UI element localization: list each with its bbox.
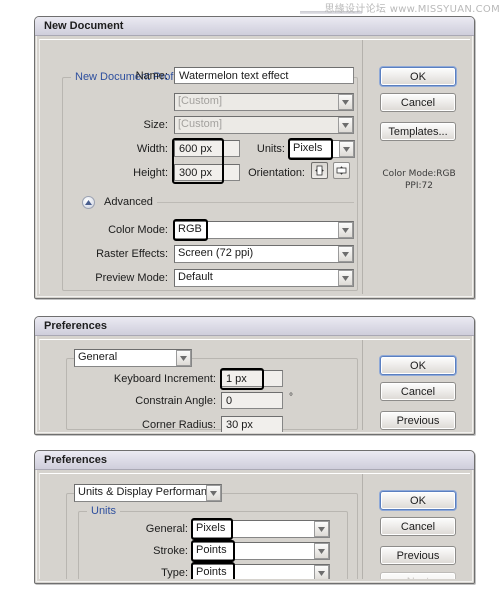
panel-divider <box>362 40 363 294</box>
preferences-general-titlebar[interactable]: Preferences <box>35 317 474 336</box>
size-label: Size: <box>143 119 168 131</box>
templates-button[interactable]: Templates... <box>380 122 456 141</box>
preferences-units-titlebar[interactable]: Preferences <box>35 451 474 470</box>
units-stroke-label: Stroke: <box>153 545 188 557</box>
size-combo[interactable]: [Custom] <box>174 116 354 134</box>
name-label: Name: <box>135 70 168 82</box>
panel-divider <box>362 474 363 579</box>
preferences-units-dialog: Preferences Units & Display Performance … <box>34 450 475 584</box>
chevron-down-icon[interactable] <box>338 270 353 286</box>
status-color-mode: Color Mode:RGB <box>382 169 456 179</box>
advanced-label: Advanced <box>104 196 153 208</box>
units-group-label: Units <box>87 505 121 517</box>
raster-effects-label: Raster Effects: <box>96 248 168 260</box>
cancel-button[interactable]: Cancel <box>380 517 456 536</box>
profile-combo-value: [Custom] <box>178 95 223 107</box>
new-document-profile-combo[interactable]: [Custom] <box>174 93 354 111</box>
new-document-body: New Document Profile: Name: Watermelon t… <box>39 39 470 294</box>
width-label: Width: <box>136 143 168 155</box>
units-general-combo[interactable]: Pixels <box>192 520 330 538</box>
units-type-combo[interactable]: Points <box>192 564 330 579</box>
chevron-down-icon[interactable] <box>338 222 353 238</box>
units-label: Units: <box>256 143 285 155</box>
preferences-units-body: Units & Display Performance Units Genera… <box>39 473 470 579</box>
units-stroke-combo-value: Points <box>196 544 227 556</box>
keyboard-increment-input[interactable]: 1 px <box>221 370 283 387</box>
constrain-angle-input[interactable]: 0 <box>221 392 283 409</box>
keyboard-increment-label: Keyboard Increment: <box>113 373 216 385</box>
status-ppi: PPI:72 <box>405 181 433 191</box>
preferences-general-body: General Keyboard Increment: 1 px Constra… <box>39 339 470 433</box>
preview-mode-combo-value: Default <box>178 271 213 283</box>
ok-button[interactable]: OK <box>380 491 456 510</box>
new-document-titlebar[interactable]: New Document <box>35 17 474 36</box>
preferences-section-combo[interactable]: General <box>74 349 192 367</box>
preferences-general-title: Preferences <box>44 320 107 332</box>
chevron-down-icon[interactable] <box>206 485 221 501</box>
preferences-general-dialog: Preferences General Keyboard Increment: … <box>34 316 475 435</box>
units-type-combo-value: Points <box>196 566 227 578</box>
chevron-down-icon[interactable] <box>338 94 353 110</box>
corner-radius-input[interactable]: 30 px <box>221 416 283 433</box>
panel-divider <box>362 340 363 430</box>
chevron-down-icon[interactable] <box>339 141 354 157</box>
previous-button[interactable]: Previous <box>380 546 456 565</box>
section-combo-value: Units & Display Performance <box>78 486 219 498</box>
cancel-button[interactable]: Cancel <box>380 93 456 112</box>
orientation-portrait-icon[interactable] <box>311 162 328 179</box>
chevron-down-icon[interactable] <box>338 246 353 262</box>
size-combo-value: [Custom] <box>178 118 223 130</box>
preview-mode-combo[interactable]: Default <box>174 269 354 287</box>
new-document-title: New Document <box>44 20 124 32</box>
chevron-down-icon[interactable] <box>314 543 329 559</box>
preferences-units-title: Preferences <box>44 454 107 466</box>
degree-symbol: ° <box>289 392 293 403</box>
width-input[interactable]: 600 px <box>174 140 240 157</box>
color-mode-label: Color Mode: <box>108 224 168 236</box>
name-input[interactable]: Watermelon text effect <box>174 67 354 84</box>
next-button[interactable]: Next <box>380 572 456 579</box>
preferences-section-combo[interactable]: Units & Display Performance <box>74 484 222 502</box>
units-combo[interactable]: Pixels <box>289 140 355 158</box>
cancel-button[interactable]: Cancel <box>380 382 456 401</box>
height-label: Height: <box>133 167 168 179</box>
constrain-angle-label: Constrain Angle: <box>135 395 216 407</box>
units-combo-value: Pixels <box>293 142 323 154</box>
advanced-divider <box>157 202 354 203</box>
units-stroke-combo[interactable]: Points <box>192 542 330 560</box>
section-combo-value: General <box>78 351 118 363</box>
units-general-combo-value: Pixels <box>196 522 226 534</box>
color-mode-combo[interactable]: RGB <box>174 221 354 239</box>
corner-radius-label: Corner Radius: <box>142 419 216 431</box>
collapse-chevron-icon[interactable] <box>82 196 95 209</box>
chevron-down-icon[interactable] <box>176 350 191 366</box>
chevron-down-icon[interactable] <box>314 521 329 537</box>
units-type-label: Type: <box>161 567 188 579</box>
chevron-down-icon[interactable] <box>314 565 329 579</box>
previous-button[interactable]: Previous <box>380 411 456 430</box>
new-document-dialog: New Document New Document Profile: Name:… <box>34 16 475 299</box>
orientation-label: Orientation: <box>248 167 305 179</box>
units-general-label: General: <box>145 523 188 535</box>
raster-effects-combo[interactable]: Screen (72 ppi) <box>174 245 354 263</box>
preview-mode-label: Preview Mode: <box>95 272 168 284</box>
raster-effects-combo-value: Screen (72 ppi) <box>178 247 254 259</box>
chevron-down-icon[interactable] <box>338 117 353 133</box>
watermark-text: 思緣设计论坛 www.MISSYUAN.COM <box>324 4 500 15</box>
orientation-landscape-icon[interactable] <box>333 162 350 179</box>
ok-button[interactable]: OK <box>380 67 456 86</box>
ok-button[interactable]: OK <box>380 356 456 375</box>
color-mode-combo-value: RGB <box>178 223 202 235</box>
